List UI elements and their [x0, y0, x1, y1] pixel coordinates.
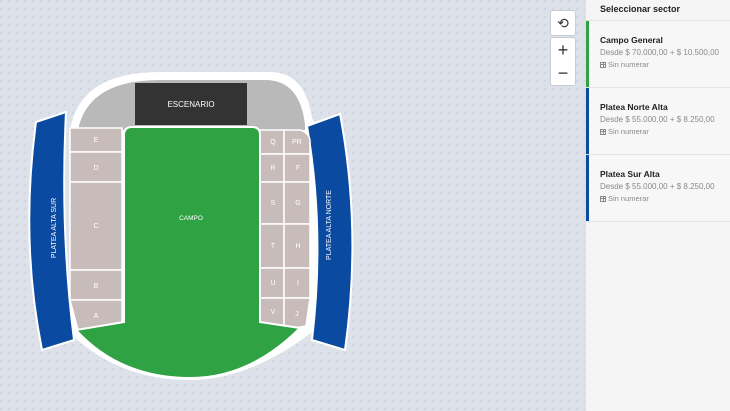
left-stand-label: PLATEA ALTA SUR — [51, 198, 58, 258]
stadium-map: ESCENARIO PLATEA ALTA SUR PLATEA ALTA NO… — [28, 72, 354, 380]
sector-item-platea-norte-alta[interactable]: Platea Norte Alta Desde $ 55.000,00 + $ … — [586, 87, 730, 154]
sector-item-campo-general[interactable]: Campo General Desde $ 70.000,00 + $ 10.5… — [586, 20, 730, 87]
label-b: B — [94, 283, 99, 290]
reset-icon: ⟲ — [557, 15, 569, 31]
sector-color-bar — [586, 155, 589, 221]
sidebar-title: Seleccionar sector — [600, 4, 681, 14]
grid-icon — [600, 195, 606, 202]
right-stand-label: PLATEA ALTA NORTE — [326, 190, 333, 260]
grid-icon — [600, 61, 606, 68]
label-r: R — [270, 165, 275, 172]
grid-icon — [600, 128, 606, 135]
label-t: T — [271, 243, 276, 250]
zoom-out-button[interactable]: − — [550, 61, 576, 86]
label-i: I — [297, 280, 299, 287]
stage-label: ESCENARIO — [167, 100, 214, 109]
sector-price: Desde $ 55.000,00 + $ 8.250,00 — [600, 182, 715, 191]
sector-name: Platea Sur Alta — [600, 169, 660, 179]
label-pr: PR — [292, 139, 302, 146]
label-q: Q — [270, 139, 276, 146]
sector-price: Desde $ 55.000,00 + $ 8.250,00 — [600, 115, 715, 124]
label-c: C — [93, 223, 98, 230]
stadium-map-area: ESCENARIO PLATEA ALTA SUR PLATEA ALTA NO… — [0, 0, 585, 411]
label-f: F — [296, 165, 300, 172]
label-e: E — [94, 137, 99, 144]
sector-color-bar — [586, 21, 589, 87]
sector-seating: Sin numerar — [600, 60, 730, 69]
sector-seating: Sin numerar — [600, 194, 730, 203]
sector-seating: Sin numerar — [600, 127, 730, 136]
reset-view-button[interactable]: ⟲ — [550, 10, 576, 36]
label-v: V — [271, 309, 276, 316]
label-a: A — [94, 313, 99, 320]
sector-seating-label: Sin numerar — [608, 194, 649, 203]
sector-sidebar: Seleccionar sector Campo General Desde $… — [585, 0, 730, 411]
sector-item-platea-sur-alta[interactable]: Platea Sur Alta Desde $ 55.000,00 + $ 8.… — [586, 154, 730, 221]
label-u: U — [270, 280, 275, 287]
sector-seating-label: Sin numerar — [608, 60, 649, 69]
sector-name: Platea Norte Alta — [600, 102, 668, 112]
label-s: S — [271, 200, 276, 207]
label-h: H — [295, 243, 300, 250]
field-label: CAMPO — [179, 215, 203, 222]
label-d: D — [93, 165, 98, 172]
label-g: G — [295, 200, 300, 207]
sector-price: Desde $ 70.000,00 + $ 10.500,00 — [600, 48, 719, 57]
zoom-in-button[interactable]: + — [550, 37, 576, 63]
plus-icon: + — [557, 40, 569, 60]
sector-color-bar — [586, 88, 589, 154]
minus-icon: − — [557, 63, 569, 83]
label-j: J — [295, 311, 299, 318]
sidebar-divider — [586, 221, 730, 222]
right-sections — [259, 129, 311, 331]
sector-name: Campo General — [600, 35, 663, 45]
sector-seating-label: Sin numerar — [608, 127, 649, 136]
